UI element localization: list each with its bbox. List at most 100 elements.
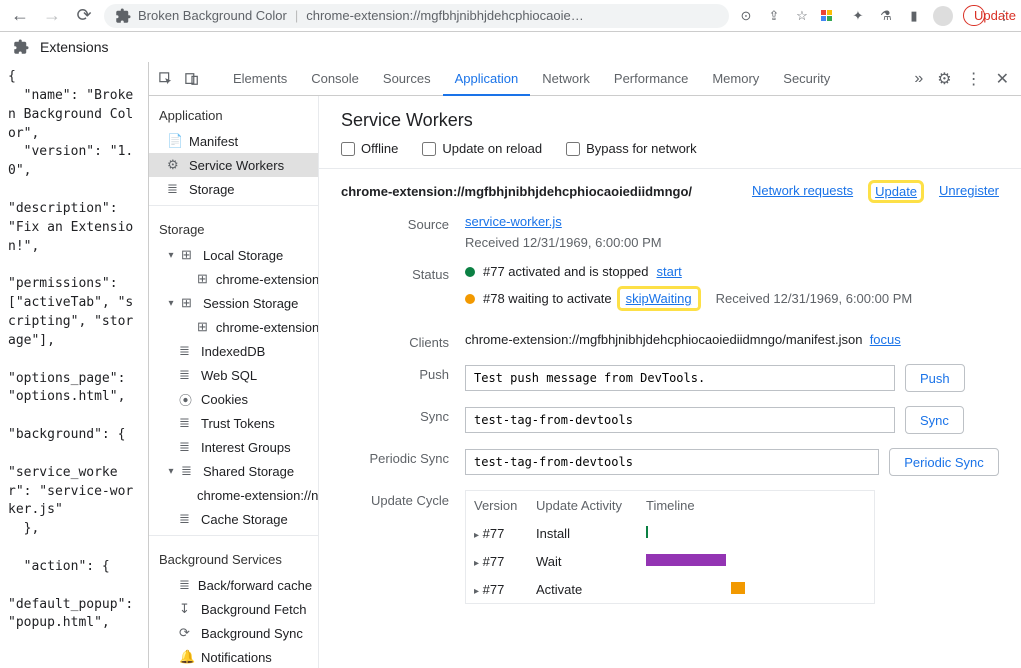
menu-icon[interactable]: ⋮: [995, 8, 1013, 24]
inspect-icon[interactable]: [155, 68, 177, 90]
bypass-network-checkbox[interactable]: Bypass for network: [566, 141, 697, 156]
status-dot-active: [465, 267, 475, 277]
tab-sources[interactable]: Sources: [371, 62, 443, 96]
push-input[interactable]: [465, 365, 895, 391]
sync-button[interactable]: Sync: [905, 406, 964, 434]
periodic-sync-label: Periodic Sync: [341, 448, 449, 466]
sidebar-item-manifest[interactable]: 📄Manifest: [149, 129, 318, 153]
tab-elements[interactable]: Elements: [221, 62, 299, 96]
update-link[interactable]: Update: [875, 184, 917, 199]
settings-icon[interactable]: ⚙: [937, 69, 951, 89]
profile-icon[interactable]: [933, 6, 953, 26]
tab-application[interactable]: Application: [443, 62, 531, 96]
periodic-sync-button[interactable]: Periodic Sync: [889, 448, 999, 476]
status-active-text: #77 activated and is stopped: [483, 264, 649, 279]
panel-icon[interactable]: ▮: [905, 8, 923, 24]
sidebar-item-interest-groups[interactable]: ≣Interest Groups: [149, 435, 318, 459]
sidebar-section-head: Application: [149, 104, 318, 129]
status-waiting-text: #78 waiting to activate: [483, 291, 612, 306]
sync-input[interactable]: [465, 407, 895, 433]
sidebar-item-background-fetch[interactable]: ↧Background Fetch: [149, 597, 318, 621]
address-bar[interactable]: Broken Background Color | chrome-extensi…: [104, 4, 729, 28]
network-requests-link[interactable]: Network requests: [752, 183, 853, 200]
update-on-reload-checkbox[interactable]: Update on reload: [422, 141, 542, 156]
grid-icon: ⊞: [197, 319, 208, 335]
sidebar-item-cookies[interactable]: ⦿Cookies: [149, 387, 318, 411]
doc-icon: 📄: [167, 133, 181, 149]
extensions-label[interactable]: Extensions: [40, 39, 108, 55]
sidebar-item-chrome-extension[interactable]: ⊞chrome-extension: [149, 267, 318, 291]
update-cycle-table: VersionUpdate ActivityTimeline▸ #77Insta…: [465, 490, 875, 604]
status-dot-waiting: [465, 294, 475, 304]
db-icon: ≣: [179, 343, 193, 359]
kebab-icon[interactable]: ⋮: [966, 69, 982, 89]
reload-button[interactable]: ⟳: [72, 4, 96, 28]
apps-icon[interactable]: [821, 10, 839, 21]
sidebar-item-label: Web SQL: [201, 368, 257, 383]
update-cycle-label: Update Cycle: [341, 490, 449, 508]
source-label: Source: [341, 214, 449, 232]
bookmark-icon[interactable]: ☆: [793, 8, 811, 24]
sidebar-item-back-forward-cache[interactable]: ≣Back/forward cache: [149, 573, 318, 597]
update-button[interactable]: Update: [963, 5, 985, 26]
application-sidebar: Application📄Manifest⚙Service Workers ≣ Sto…: [149, 96, 319, 668]
close-icon[interactable]: ✕: [996, 69, 1009, 89]
page-url: chrome-extension://mgfbhjnibhjdehcphioca…: [306, 8, 584, 23]
sidebar-item-web-sql[interactable]: ≣Web SQL: [149, 363, 318, 387]
devtools-tabbar: ElementsConsoleSourcesApplicationNetwork…: [149, 62, 1021, 96]
sidebar-item-session-storage[interactable]: ▾⊞Session Storage: [149, 291, 318, 315]
sidebar-item-storage[interactable]: ≣ Storage: [149, 177, 318, 201]
tab-security[interactable]: Security: [771, 62, 842, 96]
db-icon: ≣: [167, 181, 181, 197]
grid-icon: ⊞: [181, 247, 195, 263]
table-row: ▸ #77Wait: [466, 547, 874, 575]
back-button[interactable]: ←: [8, 4, 32, 28]
sidebar-item-service-workers[interactable]: ⚙Service Workers: [149, 153, 318, 177]
panel-title: Service Workers: [341, 110, 999, 131]
push-button[interactable]: Push: [905, 364, 965, 392]
sidebar-item-cache-storage[interactable]: ≣Cache Storage: [149, 507, 318, 531]
sidebar-item-chrome-extension-n[interactable]: chrome-extension://n: [149, 483, 318, 507]
sidebar-item-label: Shared Storage: [203, 464, 294, 479]
tab-performance[interactable]: Performance: [602, 62, 700, 96]
table-row: ▸ #77Activate: [466, 575, 874, 603]
sidebar-item-chrome-extension[interactable]: ⊞ chrome-extension: [149, 315, 318, 339]
cookie-icon: ⦿: [179, 390, 193, 409]
sidebar-item-label: Local Storage: [203, 248, 283, 263]
sidebar-item-label: IndexedDB: [201, 344, 265, 359]
sidebar-item-trust-tokens[interactable]: ≣Trust Tokens: [149, 411, 318, 435]
sidebar-item-notifications[interactable]: 🔔 Notifications: [149, 645, 318, 668]
tab-console[interactable]: Console: [299, 62, 371, 96]
sidebar-item-label: Storage: [189, 182, 235, 197]
source-file-link[interactable]: service-worker.js: [465, 214, 562, 229]
unregister-link[interactable]: Unregister: [939, 183, 999, 200]
offline-checkbox[interactable]: Offline: [341, 141, 398, 156]
bell-icon: 🔔: [179, 649, 193, 665]
sync-icon: ⟳: [179, 625, 193, 641]
sidebar-item-label: Notifications: [201, 650, 272, 665]
device-icon[interactable]: [181, 68, 203, 90]
sidebar-item-label: Session Storage: [203, 296, 298, 311]
periodic-sync-input[interactable]: [465, 449, 879, 475]
puzzle-icon: [114, 7, 132, 25]
sidebar-item-indexeddb[interactable]: ≣ IndexedDB: [149, 339, 318, 363]
sidebar-item-background-sync[interactable]: ⟳Background Sync: [149, 621, 318, 645]
forward-button[interactable]: →: [40, 4, 64, 28]
more-tabs-icon[interactable]: »: [914, 70, 923, 88]
client-url: chrome-extension://mgfbhjnibhjdehcphioca…: [465, 332, 862, 347]
focus-link[interactable]: focus: [870, 332, 901, 347]
sidebar-item-shared-storage[interactable]: ▾≣Shared Storage: [149, 459, 318, 483]
search-icon[interactable]: ⊙: [737, 8, 755, 24]
sidebar-item-label: Trust Tokens: [201, 416, 275, 431]
share-icon[interactable]: ⇪: [765, 8, 783, 24]
sidebar-item-label: chrome-extension: [216, 320, 318, 335]
tab-network[interactable]: Network: [530, 62, 602, 96]
tab-memory[interactable]: Memory: [700, 62, 771, 96]
db-icon: ≣: [179, 511, 193, 527]
puzzle-icon[interactable]: ✦: [849, 8, 867, 24]
flask-icon[interactable]: ⚗: [877, 8, 895, 24]
skipwaiting-link[interactable]: skipWaiting: [626, 291, 692, 306]
sidebar-item-local-storage[interactable]: ▾⊞Local Storage: [149, 243, 318, 267]
start-link[interactable]: start: [657, 264, 682, 279]
devtools: ElementsConsoleSourcesApplicationNetwork…: [148, 62, 1021, 668]
